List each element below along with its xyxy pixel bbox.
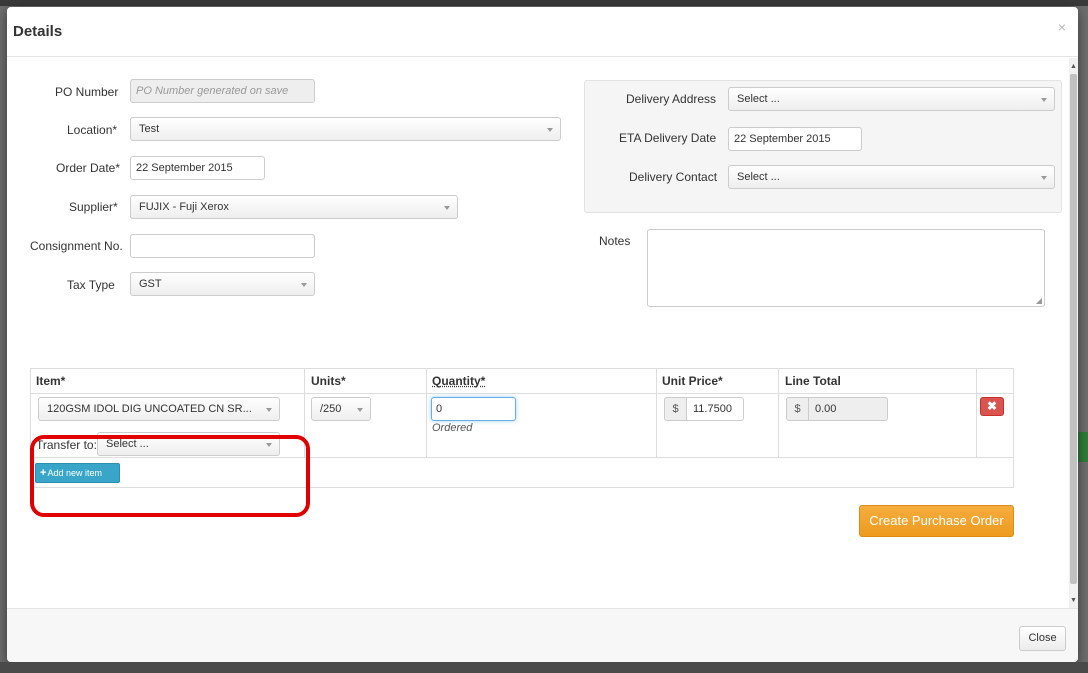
quantity-ordered-note: Ordered [432, 422, 473, 434]
table-divider [778, 369, 779, 458]
unit-price-currency: $ [664, 397, 686, 421]
location-select[interactable]: Test [130, 117, 561, 141]
table-divider [31, 393, 1013, 394]
scroll-down-icon[interactable]: ▼ [1070, 597, 1077, 604]
units-select-value: /250 [320, 403, 342, 415]
delivery-contact-select[interactable]: Select ... [728, 165, 1055, 189]
chevron-down-icon [547, 128, 553, 132]
tax-type-label: Tax Type [67, 278, 115, 292]
table-divider [976, 369, 977, 458]
modal-body: PO Number PO Number generated on save Lo… [7, 58, 1069, 608]
delivery-contact-value: Select ... [737, 171, 780, 183]
po-number-label: PO Number [55, 85, 119, 99]
line-total-field: 0.00 [808, 397, 888, 421]
quantity-field[interactable]: 0 [431, 397, 516, 421]
tax-type-select[interactable]: GST [130, 272, 315, 296]
delivery-address-select[interactable]: Select ... [728, 87, 1055, 111]
close-button[interactable]: Close [1019, 626, 1066, 651]
order-date-field[interactable]: 22 September 2015 [130, 156, 265, 180]
item-select[interactable]: 120GSM IDOL DIG UNCOATED CN SR... [38, 397, 280, 421]
background-app-accent [1078, 432, 1088, 462]
chevron-down-icon [357, 408, 363, 412]
column-header-quantity: Quantity* [432, 374, 486, 388]
delivery-address-label: Delivery Address [626, 92, 717, 106]
close-icon[interactable]: × [1058, 19, 1066, 35]
line-total-currency: $ [786, 397, 808, 421]
annotation-highlight [30, 435, 310, 517]
chevron-down-icon [444, 206, 450, 210]
eta-delivery-field[interactable]: 22 September 2015 [728, 127, 862, 151]
item-select-value: 120GSM IDOL DIG UNCOATED CN SR... [47, 403, 252, 415]
notes-label: Notes [599, 234, 631, 248]
delivery-panel: Delivery Address Select ... ETA Delivery… [584, 80, 1062, 213]
location-select-value: Test [139, 123, 160, 135]
units-select[interactable]: /250 [311, 397, 371, 421]
delete-item-button[interactable]: ✖ [980, 397, 1004, 416]
create-purchase-order-button[interactable]: Create Purchase Order [859, 505, 1014, 537]
background-app-row [0, 662, 1088, 673]
chevron-down-icon [1041, 98, 1047, 102]
delivery-contact-label: Delivery Contact [629, 170, 718, 184]
column-header-units: Units* [311, 374, 346, 388]
po-number-field[interactable]: PO Number generated on save [130, 79, 315, 103]
resize-handle-icon[interactable]: ◢ [1036, 296, 1042, 305]
delivery-address-value: Select ... [737, 93, 780, 105]
location-label: Location* [67, 123, 118, 137]
table-divider [656, 369, 657, 458]
modal-header: Details × [7, 7, 1078, 57]
scrollbar[interactable]: ▲ ▼ [1069, 58, 1078, 608]
notes-textarea[interactable]: ◢ [647, 229, 1045, 307]
close-icon: ✖ [986, 399, 998, 413]
chevron-down-icon [1041, 176, 1047, 180]
consignment-label: Consignment No. [30, 239, 123, 253]
scrollbar-thumb[interactable] [1070, 74, 1077, 584]
table-divider [426, 369, 427, 458]
order-date-label: Order Date* [56, 161, 121, 175]
tax-type-select-value: GST [139, 278, 162, 290]
consignment-field[interactable] [130, 234, 315, 258]
chevron-down-icon [301, 283, 307, 287]
chevron-down-icon [266, 408, 272, 412]
background-app-header [0, 0, 1088, 6]
eta-delivery-label: ETA Delivery Date [619, 131, 717, 145]
supplier-label: Supplier* [69, 200, 118, 214]
scroll-up-icon[interactable]: ▲ [1070, 63, 1077, 70]
unit-price-field[interactable]: 11.7500 [686, 397, 744, 421]
column-header-unit-price: Unit Price* [662, 374, 723, 388]
details-modal: Details × PO Number PO Number generated … [7, 7, 1078, 662]
modal-footer: Close [7, 608, 1078, 662]
supplier-select-value: FUJIX - Fuji Xerox [139, 201, 229, 213]
column-header-item: Item* [36, 374, 66, 388]
supplier-select[interactable]: FUJIX - Fuji Xerox [130, 195, 458, 219]
modal-title: Details [13, 23, 63, 40]
column-header-line-total: Line Total [785, 374, 841, 388]
